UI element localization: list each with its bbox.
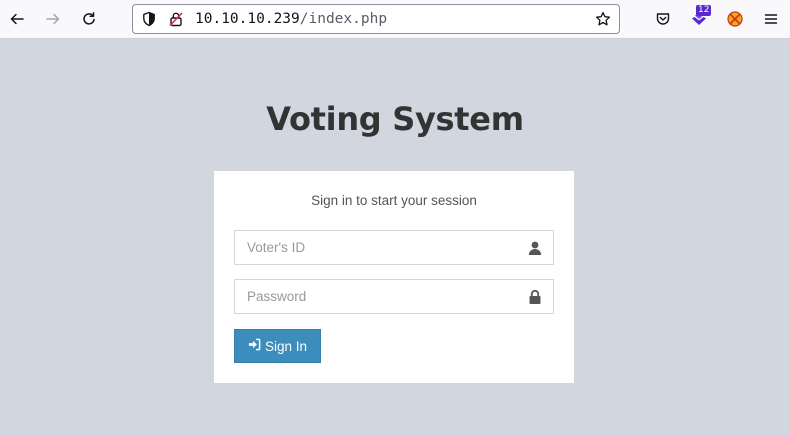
voter-id-field bbox=[234, 230, 554, 265]
lock-icon[interactable] bbox=[168, 11, 184, 31]
forward-icon[interactable] bbox=[41, 7, 65, 31]
shield-icon[interactable] bbox=[141, 11, 157, 31]
browser-toolbar: 10.10.10.239/index.php 12 bbox=[0, 0, 790, 39]
password-field bbox=[234, 279, 554, 314]
extension-badge: 12 bbox=[696, 5, 712, 16]
addon-icon[interactable] bbox=[723, 7, 747, 31]
back-icon[interactable] bbox=[5, 7, 29, 31]
url-text[interactable]: 10.10.10.239/index.php bbox=[195, 11, 387, 27]
pocket-icon[interactable] bbox=[651, 7, 675, 31]
reload-icon[interactable] bbox=[77, 7, 101, 31]
login-box: Sign in to start your session Sign In bbox=[214, 171, 574, 383]
sign-in-button[interactable]: Sign In bbox=[234, 329, 321, 363]
user-icon bbox=[527, 240, 543, 256]
sign-in-icon bbox=[248, 338, 261, 354]
url-bar[interactable]: 10.10.10.239/index.php bbox=[132, 4, 620, 34]
voter-id-input[interactable] bbox=[235, 231, 553, 264]
login-box-message: Sign in to start your session bbox=[311, 193, 477, 208]
url-path: /index.php bbox=[299, 11, 388, 27]
url-host: 10.10.10.239 bbox=[195, 11, 300, 27]
menu-icon[interactable] bbox=[759, 7, 783, 31]
password-input[interactable] bbox=[235, 280, 553, 313]
lock-icon bbox=[527, 289, 543, 305]
star-icon[interactable] bbox=[595, 11, 611, 31]
page-title: Voting System bbox=[266, 100, 524, 138]
sign-in-label: Sign In bbox=[264, 338, 308, 354]
